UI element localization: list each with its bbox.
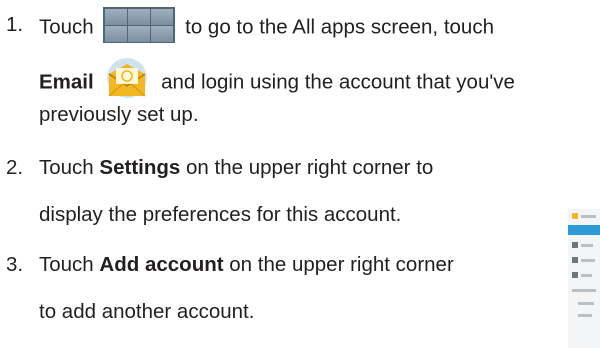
step-1-line-1: Touch to go to the All apps screen, touc…: [39, 7, 494, 43]
email-icon: [572, 213, 578, 219]
step-1-line-2: Email and login using the account that y…: [39, 58, 515, 100]
inbox-icon: [572, 257, 578, 263]
step-1-text-login: and login using the account that you've: [161, 70, 515, 94]
step-1-text-all-apps: to go to the All apps screen, touch: [185, 15, 494, 39]
step-2-text-touch: Touch: [39, 156, 94, 179]
step-2-line-1: Touch Settings on the upper right corner…: [39, 156, 433, 180]
step-3-text-corner: on the upper right corner: [229, 253, 454, 276]
step-2-text-display: display the preferences for this account…: [39, 203, 402, 226]
step-3-line-1: Touch Add account on the upper right cor…: [39, 253, 454, 277]
add-account-label: Add account: [99, 253, 224, 276]
settings-label: Settings: [99, 156, 181, 179]
step-1-text-touch: Touch: [39, 15, 94, 39]
email-label: Email: [39, 70, 94, 94]
account-icon: [572, 242, 578, 248]
step-2-line-2: display the preferences for this account…: [39, 203, 401, 227]
settings-screenshot-thumbnail: [568, 209, 600, 348]
apps-grid-icon: [103, 7, 176, 43]
step-3-text-add-another: to add another account.: [39, 300, 255, 323]
email-app-icon: [105, 56, 149, 100]
step-number: 2.: [6, 156, 24, 179]
selected-row-highlight: [568, 225, 600, 235]
step-number: 1.: [6, 13, 24, 36]
step-2-text-corner: on the upper right corner to: [186, 156, 434, 179]
step-3-line-2: to add another account.: [39, 300, 254, 324]
step-3-text-touch: Touch: [39, 253, 94, 276]
step-1-line-3: previously set up.: [39, 103, 199, 127]
step-1-text-previously: previously set up.: [39, 103, 199, 126]
step-number: 3.: [6, 253, 24, 276]
trash-icon: [572, 272, 578, 278]
